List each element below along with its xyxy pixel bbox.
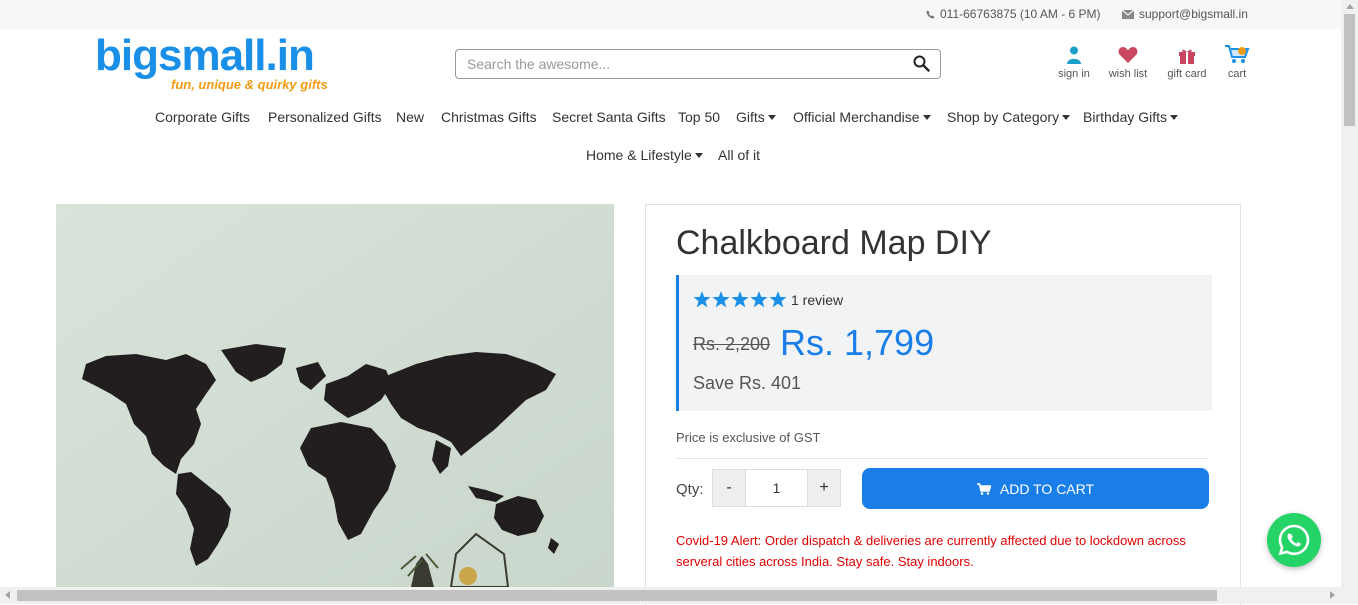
giftcard-link[interactable]: gift card (1164, 44, 1210, 80)
cart-label: cart (1227, 68, 1247, 80)
logo-tagline: fun, unique & quirky gifts (171, 77, 328, 92)
divider (676, 458, 1209, 459)
nav-all-of-it[interactable]: All of it (718, 147, 760, 163)
nav-home-lifestyle[interactable]: Home & Lifestyle (586, 147, 703, 163)
caret-down-icon (1170, 115, 1179, 120)
qty-decrease-button[interactable]: - (712, 469, 746, 507)
add-to-cart-button[interactable]: ADD TO CART (862, 468, 1209, 509)
nav-christmas-gifts[interactable]: Christmas Gifts (441, 109, 537, 125)
caret-down-icon (1062, 115, 1071, 120)
sale-price: Rs. 1,799 (780, 322, 935, 363)
star-icon (712, 291, 730, 308)
cart-link[interactable]: cart (1222, 44, 1252, 80)
add-to-cart-label: ADD TO CART (999, 480, 1095, 497)
star-icon (750, 291, 768, 308)
phone-contact[interactable]: 011-66763875 (10 AM - 6 PM) (926, 7, 1101, 21)
scroll-right-arrow-icon[interactable] (1330, 591, 1335, 599)
nav-secret-santa-gifts[interactable]: Secret Santa Gifts (552, 109, 666, 125)
site-logo[interactable]: bigsmall.in fun, unique & quirky gifts (95, 31, 328, 93)
gift-icon (1164, 44, 1210, 64)
nav-personalized-gifts[interactable]: Personalized Gifts (268, 109, 382, 125)
top-bar: 011-66763875 (10 AM - 6 PM) support@bigs… (0, 0, 1341, 29)
phone-icon (926, 9, 935, 19)
qty-input[interactable] (746, 469, 807, 507)
horizontal-scrollbar[interactable] (0, 587, 1341, 604)
nav-shop-by-category[interactable]: Shop by Category (947, 109, 1071, 125)
scroll-left-arrow-icon[interactable] (5, 591, 10, 599)
wishlist-label: wish list (1108, 68, 1148, 80)
search-icon[interactable] (913, 55, 930, 77)
qty-label: Qty: (676, 481, 704, 498)
original-price: Rs. 2,200 (693, 334, 771, 354)
mail-icon (1122, 9, 1134, 19)
star-icon (769, 291, 787, 308)
search-input[interactable] (465, 55, 899, 73)
cart-icon (976, 482, 991, 495)
signin-label: sign in (1058, 68, 1090, 80)
whatsapp-button[interactable] (1267, 513, 1321, 567)
nav-gifts[interactable]: Gifts (736, 109, 776, 125)
scroll-up-arrow-icon[interactable] (1346, 4, 1354, 9)
star-icon (731, 291, 749, 308)
giftcard-label: gift card (1167, 68, 1207, 80)
rating-stars[interactable]: 1 review (693, 291, 843, 308)
user-icon (1054, 44, 1094, 64)
caret-down-icon (922, 115, 931, 120)
nav-birthday-gifts[interactable]: Birthday Gifts (1083, 109, 1179, 125)
nav-official-merchandise[interactable]: Official Merchandise (793, 109, 931, 125)
nav-birthday-label: Birthday Gifts (1083, 109, 1168, 125)
gst-note: Price is exclusive of GST (676, 430, 821, 445)
qty-increase-button[interactable]: + (807, 469, 841, 507)
email-address: support@bigsmall.in (1139, 7, 1248, 21)
cart-icon (1222, 44, 1252, 64)
horizontal-scroll-thumb[interactable] (17, 590, 1217, 601)
nav-corporate-gifts[interactable]: Corporate Gifts (155, 109, 250, 125)
product-title: Chalkboard Map DIY (676, 224, 992, 262)
nav-home-lifestyle-label: Home & Lifestyle (586, 147, 692, 163)
nav-top-50[interactable]: Top 50 (678, 109, 720, 125)
logo-brand: bigsmall.in (95, 31, 315, 80)
caret-down-icon (694, 153, 703, 158)
covid-alert: Covid-19 Alert: Order dispatch & deliver… (676, 533, 1186, 569)
email-contact[interactable]: support@bigsmall.in (1122, 7, 1248, 21)
phone-number: 011-66763875 (10 AM - 6 PM) (940, 7, 1101, 21)
star-icon (693, 291, 711, 308)
review-count[interactable]: 1 review (791, 292, 843, 308)
nav-shop-by-category-label: Shop by Category (947, 109, 1060, 125)
nav-gifts-label: Gifts (736, 109, 765, 125)
wishlist-link[interactable]: wish list (1105, 44, 1151, 80)
search-box (455, 49, 941, 79)
world-map-illustration (56, 204, 614, 587)
product-image[interactable] (56, 204, 614, 587)
vertical-scroll-thumb[interactable] (1344, 14, 1355, 126)
caret-down-icon (767, 115, 776, 120)
nav-new[interactable]: New (396, 109, 424, 125)
savings-text: Save Rs. 401 (693, 373, 802, 393)
whatsapp-icon (1278, 524, 1310, 556)
vertical-scrollbar[interactable] (1341, 0, 1358, 604)
nav-merch-label: Official Merchandise (793, 109, 920, 125)
heart-icon (1105, 44, 1151, 64)
signin-link[interactable]: sign in (1054, 44, 1094, 80)
